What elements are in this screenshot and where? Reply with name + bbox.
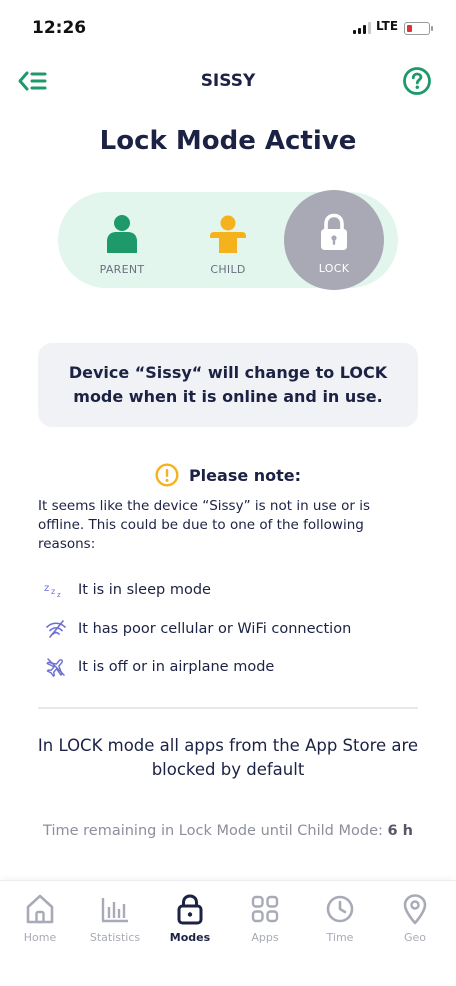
status-bar: 12:26 LTE — [0, 0, 456, 58]
sleep-zzz-icon: z z z — [44, 583, 61, 599]
parent-person-icon — [107, 215, 137, 253]
header: SISSY — [0, 58, 456, 104]
mode-selector: PARENT CHILD LOCK — [58, 190, 398, 290]
apps-grid-icon — [251, 895, 279, 923]
location-pin-icon — [403, 894, 427, 925]
time-remaining-label: Time remaining in Lock Mode until Child … — [43, 823, 388, 839]
nav-label: Statistics — [89, 931, 141, 944]
mode-label-child: CHILD — [210, 263, 246, 276]
padlock-icon — [321, 213, 347, 250]
nav-item-modes[interactable]: Modes — [153, 891, 227, 951]
time-remaining: Time remaining in Lock Mode until Child … — [30, 820, 426, 843]
help-button[interactable] — [402, 66, 432, 96]
reason-text: It has poor cellular or WiFi connection — [78, 620, 352, 637]
cellular-signal-icon — [353, 22, 371, 34]
list-item: It is off or in airplane mode — [44, 655, 424, 679]
info-text: Device “Sissy“ will change to LOCK mode … — [68, 363, 388, 406]
time-remaining-value: 6 h — [387, 823, 413, 839]
lock-mode-info: In LOCK mode all apps from the App Store… — [37, 736, 419, 779]
nav-item-time[interactable]: Time — [303, 891, 377, 951]
clock-icon — [326, 895, 354, 923]
battery-icon — [404, 22, 433, 35]
nav-label: Home — [23, 931, 57, 944]
nav-item-home[interactable]: Home — [3, 891, 77, 951]
page-title: Lock Mode Active — [99, 126, 357, 156]
mode-option-lock[interactable]: LOCK — [284, 190, 384, 290]
info-box: Device “Sissy“ will change to LOCK mode … — [38, 343, 418, 427]
bar-chart-icon — [101, 898, 128, 923]
warning-circle-icon — [155, 463, 179, 487]
reason-text: It is off or in airplane mode — [78, 659, 275, 675]
svg-text:z: z — [44, 583, 49, 594]
reason-text: It is in sleep mode — [78, 582, 211, 598]
question-circle-icon — [403, 67, 431, 95]
child-person-icon — [210, 215, 246, 253]
home-icon — [26, 894, 54, 924]
note-header: Please note: — [0, 463, 456, 487]
nav-label: Modes — [169, 931, 211, 944]
note-body: It seems like the device “Sissy” is not … — [38, 498, 371, 552]
mode-label-lock: LOCK — [318, 262, 350, 275]
divider — [38, 707, 418, 709]
nav-item-apps[interactable]: Apps — [228, 891, 302, 951]
reason-list: z z z It is in sleep mode It has poor ce… — [44, 578, 424, 694]
mode-option-child[interactable]: CHILD — [178, 192, 278, 288]
svg-text:z: z — [57, 591, 61, 599]
nav-label: Geo — [403, 931, 427, 944]
mode-label-parent: PARENT — [99, 263, 145, 276]
network-type: LTE — [376, 19, 399, 33]
device-title: SISSY — [200, 71, 256, 91]
svg-text:z: z — [51, 587, 55, 596]
nav-item-geo[interactable]: Geo — [378, 891, 452, 951]
nav-label: Time — [326, 931, 354, 944]
airplane-off-icon — [46, 658, 65, 677]
padlock-icon — [177, 894, 203, 925]
list-item: It has poor cellular or WiFi connection — [44, 617, 424, 641]
mode-option-parent[interactable]: PARENT — [72, 192, 172, 288]
list-item: z z z It is in sleep mode — [44, 578, 424, 602]
nav-label: Apps — [251, 931, 279, 944]
bottom-nav: Home Statistics Modes Apps Time Geo — [0, 880, 456, 986]
note-title: Please note: — [188, 465, 302, 485]
nav-item-statistics[interactable]: Statistics — [78, 891, 152, 951]
no-wifi-icon — [46, 619, 66, 638]
status-time: 12:26 — [32, 18, 87, 38]
